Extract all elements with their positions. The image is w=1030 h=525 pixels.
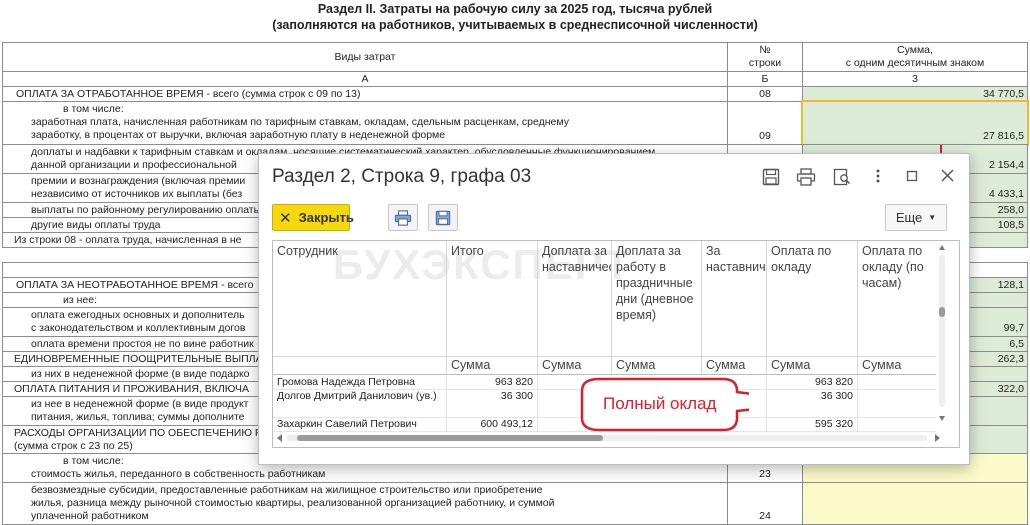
maximize-icon[interactable]: [902, 168, 922, 188]
print-icon[interactable]: [796, 168, 816, 188]
report-title: Раздел II. Затраты на рабочую силу за 20…: [317, 2, 713, 16]
code-b: Б: [727, 71, 803, 87]
save-button[interactable]: [428, 204, 458, 231]
b2-row-12-line1: безвозмездные субсидии, предоставленные …: [31, 484, 543, 496]
row-09-line1: заработная плата, начисленная работникам…: [31, 116, 569, 128]
col-header-holiday-bonus[interactable]: Доплата за работу в праздничные дни (дне…: [612, 241, 702, 357]
row-09-value-text: 27 816,5: [983, 130, 1024, 142]
table-row-1-total[interactable]: 963 820: [447, 376, 538, 390]
print-button-icon: [394, 209, 412, 226]
row-08-label: ОПЛАТА ЗА ОТРАБОТАННОЕ ВРЕМЯ - всего (су…: [2, 86, 728, 102]
header-row-number-l1: №: [759, 44, 771, 56]
row-08-value[interactable]: 34 770,5: [802, 86, 1028, 102]
subheader-mentoring-bonus: Сумма: [538, 357, 612, 375]
row-09-incl: в том числе:: [63, 103, 124, 115]
b2-row-12-label: безвозмездные субсидии, предоставленные …: [2, 482, 728, 525]
close-button[interactable]: ✕ Закрыть: [272, 204, 354, 231]
header-cost-types: Виды затрат: [2, 42, 728, 72]
more-vert-icon[interactable]: [868, 168, 888, 188]
row-09-code-text: 09: [759, 130, 771, 142]
chevron-down-icon: ▼: [928, 213, 937, 222]
b2-row-3-value-text: 99,7: [1003, 322, 1024, 334]
table-row-3-hourly: [858, 418, 936, 432]
subheader-mentoring: Сумма: [702, 357, 767, 375]
close-icon[interactable]: [937, 168, 957, 188]
row-08-code: 08: [727, 86, 803, 102]
table-row-2-total[interactable]: 36 300: [447, 390, 538, 418]
row-10-value-text: 2 154,4: [988, 159, 1024, 171]
close-button-label: Закрыть: [298, 210, 354, 225]
table-row-3-salary[interactable]: 595 320: [767, 418, 858, 432]
b2-row-11-code-text: 23: [759, 468, 771, 480]
preview-icon[interactable]: [832, 168, 852, 188]
b2-row-12-value[interactable]: [802, 482, 1028, 525]
col-header-mentoring[interactable]: За наставничество: [702, 241, 767, 357]
b2-row-12-code-text: 24: [759, 510, 771, 522]
subheader-salary: Сумма: [767, 357, 858, 375]
row-09-value[interactable]: 27 816,5: [801, 100, 1029, 146]
subheader-hourly-salary: Сумма: [858, 357, 936, 375]
col-header-hourly-salary[interactable]: Оплата по окладу (по часам): [858, 241, 936, 357]
annotation-callout: Полный оклад: [579, 377, 814, 432]
table-row-3-total[interactable]: 600 493,12: [447, 418, 538, 432]
b2-row-12-line3: уплаченной работником: [31, 510, 149, 522]
report-subtitle: (заполняются на работников, учитываемых …: [272, 18, 758, 32]
row-09-code: 09: [727, 101, 803, 145]
dialog-title: Раздел 2, Строка 9, графа 03: [272, 166, 532, 187]
header-row-number-l2: строки: [748, 57, 782, 69]
col-header-employee[interactable]: Сотрудник: [273, 241, 447, 357]
header-sum-l2: с одним десятичным знаком: [845, 57, 985, 69]
subheader-holiday-bonus: Сумма: [612, 357, 702, 375]
subheader-employee: [273, 357, 447, 375]
row-11-value-text: 4 433,1: [988, 188, 1024, 200]
table-row-2-salary[interactable]: 36 300: [767, 390, 858, 418]
callout-text: Полный оклад: [603, 394, 717, 413]
table-row-1-salary[interactable]: 963 820: [767, 376, 858, 390]
more-button-label: Еще: [895, 210, 923, 225]
b2-row-11-label: стоимость жилья, переданного в собственн…: [31, 468, 326, 480]
table-row-2-hourly: [858, 390, 936, 418]
subheader-total: Сумма: [447, 357, 538, 375]
table-row-2-name[interactable]: Долгов Дмитрий Данилович (ув.): [273, 390, 447, 418]
header-row-number: № строки: [727, 42, 803, 72]
close-x-icon: ✕: [279, 209, 292, 227]
table-row-3-name[interactable]: Захаркин Савелий Петрович: [273, 418, 447, 432]
header-sum: Сумма, с одним десятичным знаком: [802, 42, 1028, 72]
vertical-scrollbar[interactable]: [936, 241, 948, 425]
print-button[interactable]: [388, 204, 418, 231]
code-c: 3: [802, 71, 1028, 87]
col-header-salary[interactable]: Оплата по окладу: [767, 241, 858, 357]
row-09-line2: заработку, в процентах от выручки, включ…: [31, 129, 446, 141]
save-button-icon: [435, 210, 451, 225]
horizontal-scrollbar[interactable]: [273, 431, 948, 445]
save-icon[interactable]: [761, 168, 781, 188]
code-a: А: [2, 71, 728, 87]
col-header-total[interactable]: Итого: [447, 241, 538, 357]
row-09-label: в том числе: заработная плата, начисленн…: [2, 101, 728, 145]
col-header-mentoring-bonus[interactable]: Доплата за наставничество: [538, 241, 612, 357]
table-row-1-name[interactable]: Громова Надежда Петровна: [273, 376, 447, 390]
table-row-1-hourly: [858, 376, 936, 390]
more-button[interactable]: Еще ▼: [885, 204, 947, 231]
b2-row-12-code: 24: [727, 482, 803, 525]
b2-row-12-line2: жилья, разница между рыночной стоимостью…: [31, 497, 555, 509]
header-sum-l1: Сумма,: [897, 44, 933, 56]
